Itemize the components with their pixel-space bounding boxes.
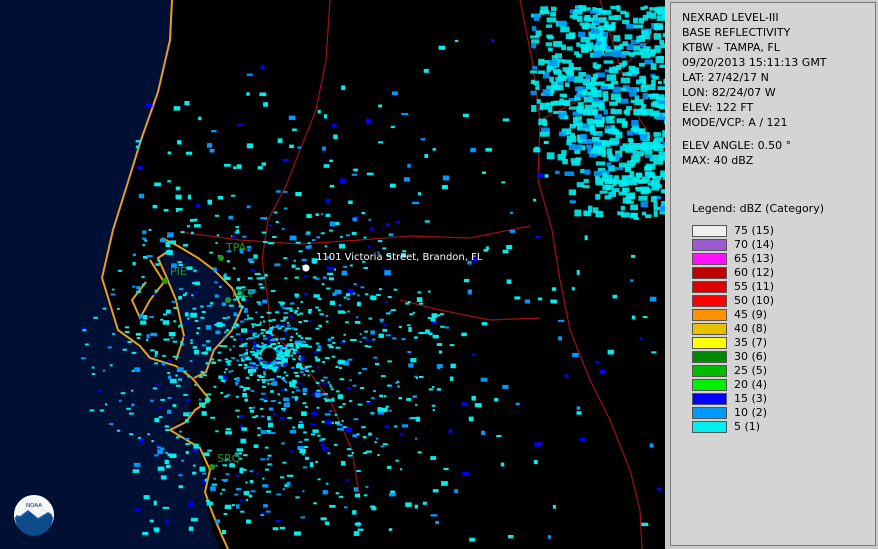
info-line: ELEV: 122 FT	[682, 101, 754, 114]
legend-swatch	[692, 393, 727, 405]
legend-label: 60 (12)	[734, 266, 775, 279]
legend-swatch	[692, 379, 727, 391]
city-label-srq: SRQ	[217, 452, 241, 465]
radar-map-canvas: TPA PIE MCF SRQ 1101 Victoria Street, Br…	[0, 0, 665, 549]
legend-swatch	[692, 225, 727, 237]
city-dot-srq[interactable]	[209, 464, 215, 470]
legend-label: 40 (8)	[734, 322, 768, 335]
legend-label: 75 (15)	[734, 224, 775, 237]
legend-label: 45 (9)	[734, 308, 768, 321]
legend-label: 20 (4)	[734, 378, 768, 391]
legend-swatch	[692, 407, 727, 419]
info-line: 09/20/2013 15:11:13 GMT	[682, 56, 827, 69]
legend-label: 55 (11)	[734, 280, 775, 293]
info-line: ELEV ANGLE: 0.50 °	[682, 139, 792, 152]
legend-swatch	[692, 421, 727, 433]
legend-swatch	[692, 239, 727, 251]
address-label: 1101 Victoria Street, Brandon, FL	[316, 252, 483, 263]
legend-label: 35 (7)	[734, 336, 768, 349]
noaa-logo: NOAA	[14, 495, 54, 536]
legend-swatch	[692, 281, 727, 293]
legend-swatch	[692, 267, 727, 279]
legend-swatch	[692, 351, 727, 363]
info-line: MODE/VCP: A / 121	[682, 116, 788, 129]
city-dot-mcf[interactable]	[225, 297, 231, 303]
info-line: BASE REFLECTIVITY	[682, 26, 791, 39]
legend-swatch	[692, 323, 727, 335]
legend-label: 15 (3)	[734, 392, 768, 405]
info-line: LON: 82/24/07 W	[682, 86, 776, 99]
city-label-tpa: TPA	[225, 241, 247, 254]
info-line: NEXRAD LEVEL-III	[682, 11, 779, 24]
info-line: MAX: 40 dBZ	[682, 154, 754, 167]
radar-map[interactable]: TPA PIE MCF SRQ 1101 Victoria Street, Br…	[0, 0, 665, 549]
city-label-mcf: MCF	[232, 287, 256, 300]
city-label-pie: PIE	[170, 265, 187, 278]
legend-label: 5 (1)	[734, 420, 761, 433]
legend-label: 25 (5)	[734, 364, 768, 377]
legend-title: Legend: dBZ (Category)	[692, 202, 824, 215]
city-dot-pie[interactable]	[162, 278, 168, 284]
legend-swatch	[692, 365, 727, 377]
svg-text:NOAA: NOAA	[26, 503, 42, 509]
legend-label: 10 (2)	[734, 406, 768, 419]
legend-swatch	[692, 253, 727, 265]
legend-label: 50 (10)	[734, 294, 775, 307]
legend-swatch	[692, 309, 727, 321]
city-dot-tpa[interactable]	[218, 255, 224, 261]
radar-site-marker[interactable]	[261, 347, 277, 363]
info-panel: NEXRAD LEVEL-III BASE REFLECTIVITY KTBW - …	[670, 2, 876, 546]
legend-label: 30 (6)	[734, 350, 768, 363]
legend-swatch	[692, 295, 727, 307]
legend-label: 70 (14)	[734, 238, 775, 251]
info-line: LAT: 27/42/17 N	[682, 71, 769, 84]
address-marker[interactable]	[302, 264, 310, 272]
info-line: KTBW - TAMPA, FL	[682, 41, 780, 54]
legend-swatch	[692, 337, 727, 349]
legend-label: 65 (13)	[734, 252, 775, 265]
